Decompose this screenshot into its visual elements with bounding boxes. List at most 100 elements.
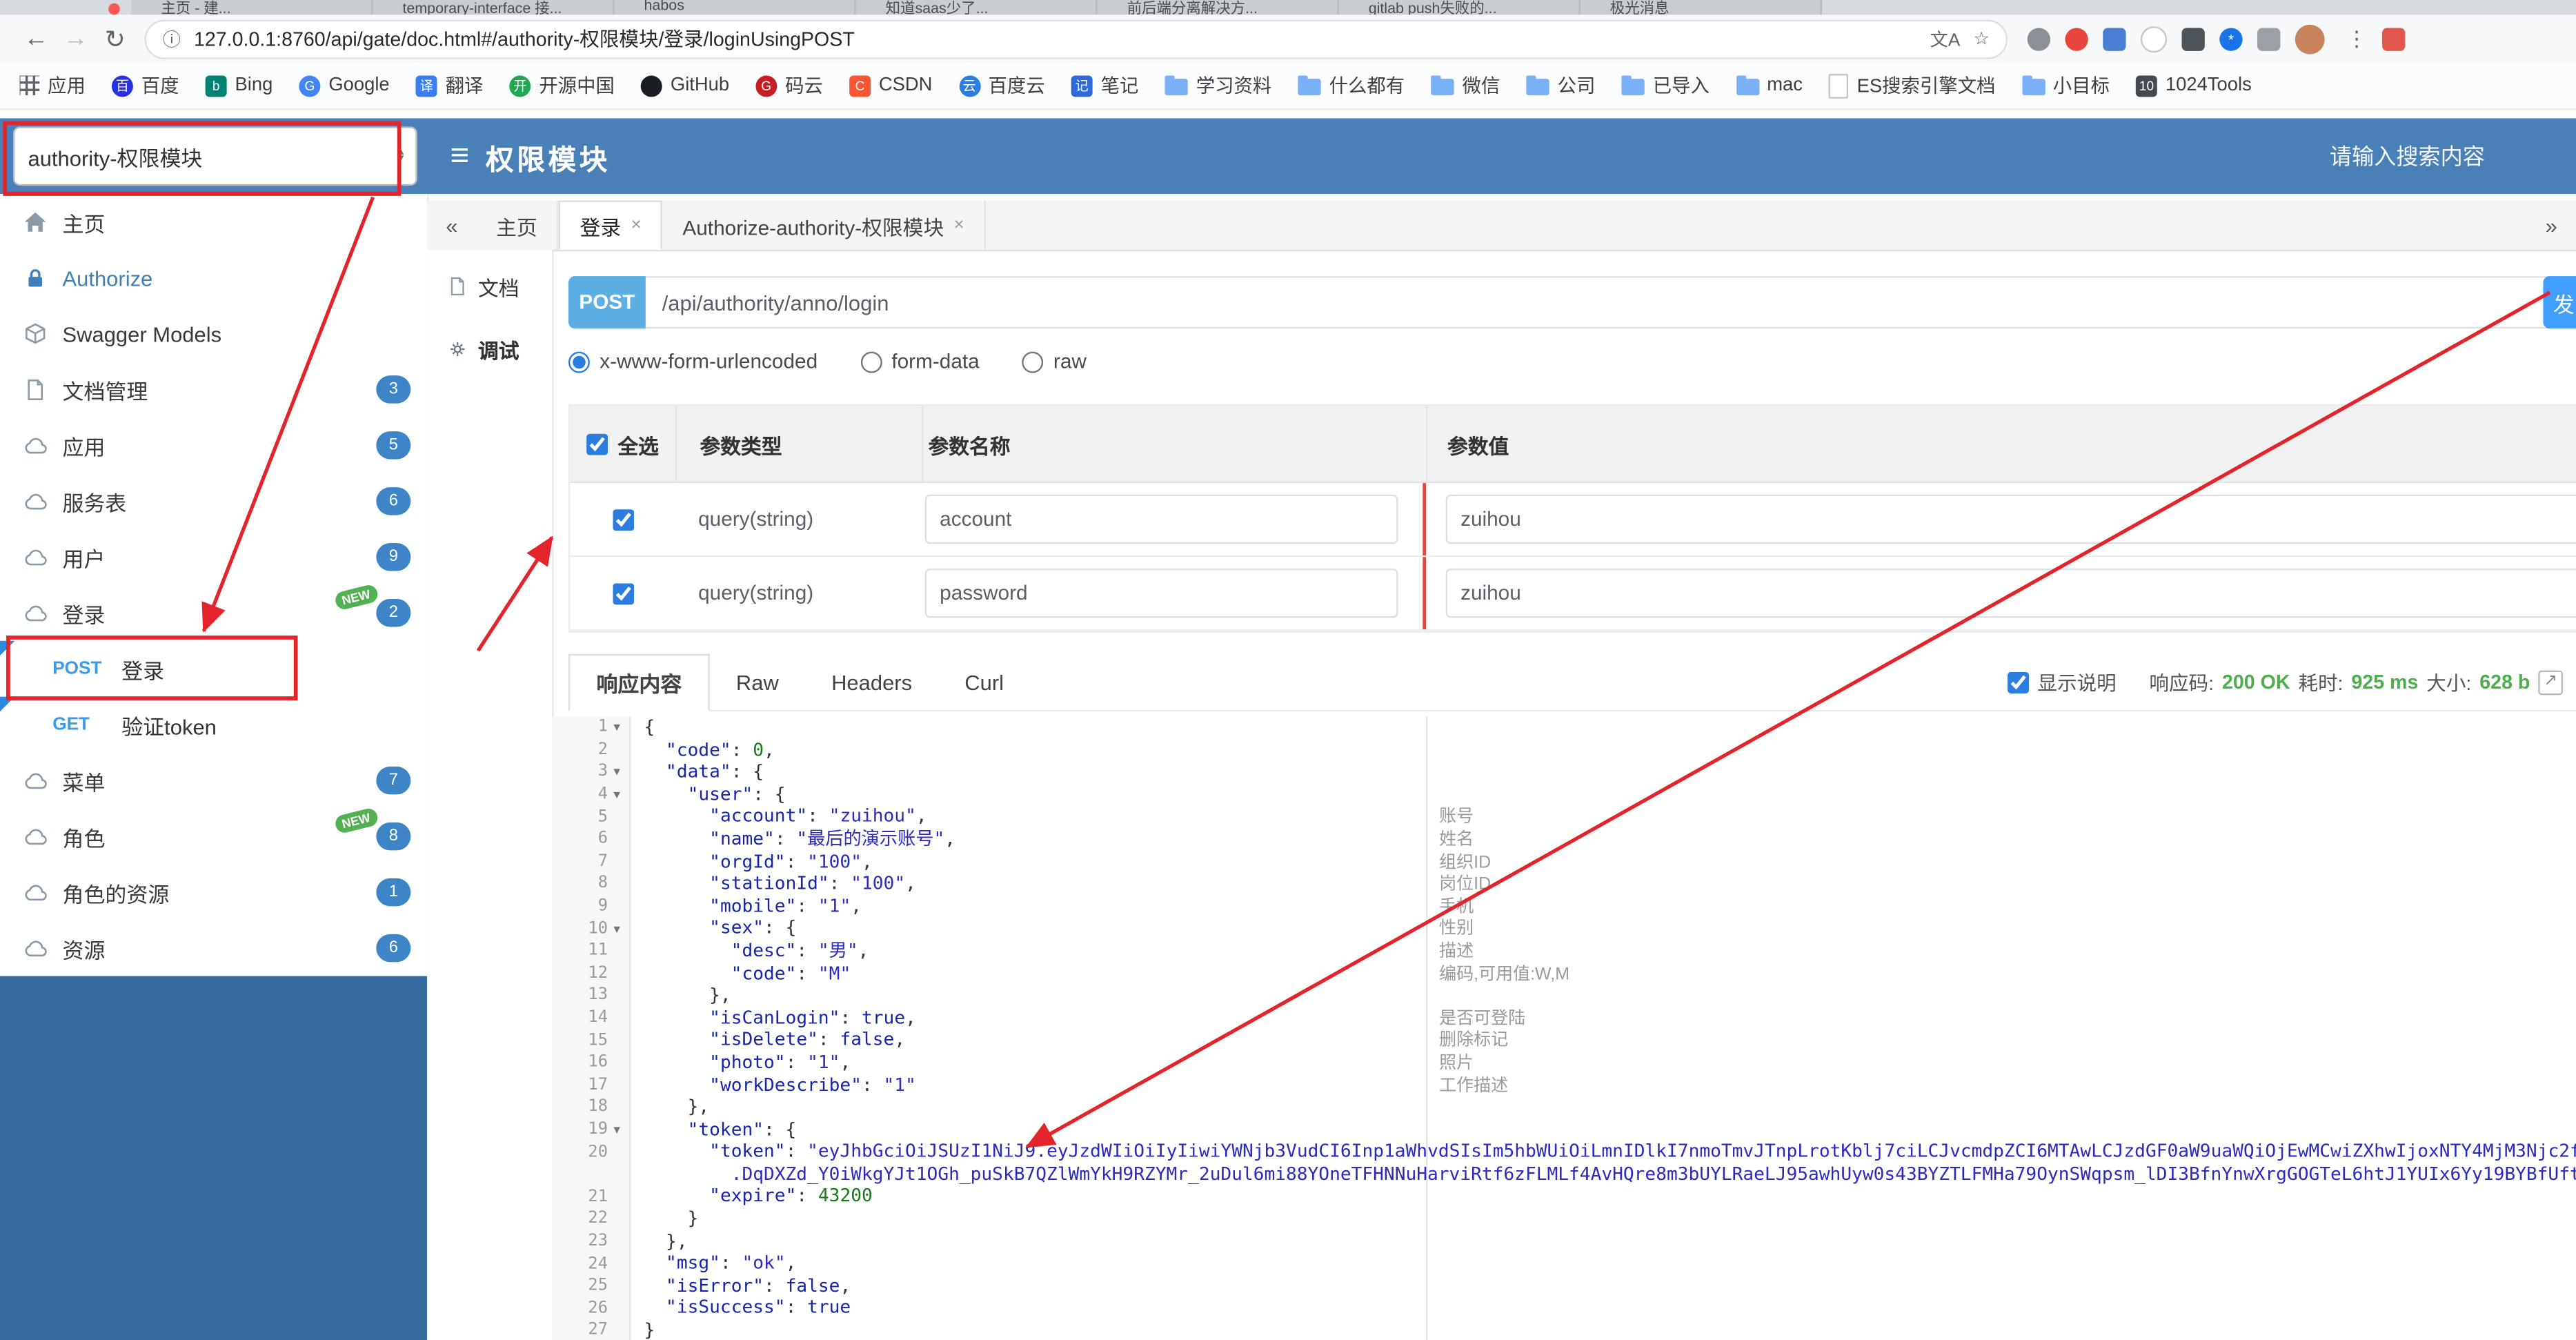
browser-window-tab[interactable]: 极光消息 bbox=[1580, 0, 1822, 15]
sidebar-item-文档管理[interactable]: 文档管理 3 bbox=[0, 362, 427, 417]
response-tab-Raw[interactable]: Raw bbox=[710, 655, 805, 709]
browser-window-tab[interactable]: 主页 - 建... bbox=[131, 0, 373, 15]
browser-window-tab[interactable]: gitlab push失败的... bbox=[1338, 0, 1581, 15]
pinned-edge-icon[interactable] bbox=[2382, 27, 2406, 50]
bookmark-item[interactable]: mac bbox=[1735, 75, 1803, 96]
rail-item-调试[interactable]: 调试 bbox=[427, 322, 552, 375]
close-tab-icon[interactable]: × bbox=[631, 215, 642, 235]
fold-caret-icon[interactable]: ▾ bbox=[609, 787, 624, 802]
bookmark-item[interactable]: b Bing bbox=[205, 75, 273, 97]
tabs-scroll-right[interactable]: » bbox=[2527, 213, 2576, 237]
browser-window-tab[interactable]: habos bbox=[614, 0, 856, 15]
fullscreen-icon[interactable]: ↗ bbox=[2538, 669, 2563, 695]
bookmark-item[interactable]: 云百度云 bbox=[958, 72, 1045, 99]
search-input[interactable] bbox=[2326, 141, 2530, 170]
content-type-option-raw[interactable]: raw bbox=[1022, 350, 1087, 373]
close-tab-icon[interactable]: × bbox=[954, 215, 964, 235]
bookmark-item[interactable]: GitHub bbox=[641, 75, 729, 97]
param-name-input[interactable] bbox=[924, 568, 1398, 618]
bookmark-item[interactable]: G 码云 bbox=[755, 72, 823, 99]
bookmark-item[interactable]: 记笔记 bbox=[1071, 72, 1138, 99]
param-name-input[interactable] bbox=[924, 494, 1398, 544]
sidebar-item-登录[interactable]: 登录 NEW 2 bbox=[0, 583, 427, 641]
param-checkbox[interactable] bbox=[612, 509, 634, 531]
fold-caret-icon[interactable]: ▾ bbox=[609, 1122, 624, 1136]
select-all-checkbox[interactable] bbox=[586, 433, 608, 455]
sidebar-item-应用[interactable]: 应用 5 bbox=[0, 417, 427, 473]
sidebar-item-Swagger Models[interactable]: Swagger Models bbox=[0, 306, 427, 362]
sidebar-item-资源[interactable]: 资源 6 bbox=[0, 920, 427, 976]
extension-icon-2[interactable] bbox=[2065, 27, 2088, 50]
bookmark-item[interactable]: 学习资料 bbox=[1165, 72, 1271, 99]
extension-icon-3[interactable] bbox=[2103, 27, 2126, 50]
browser-window-tab[interactable]: temporary-interface 接... bbox=[373, 0, 615, 15]
bookmark-item[interactable]: C CSDN bbox=[849, 75, 932, 97]
rail-item-文档[interactable]: 文档 bbox=[427, 259, 552, 312]
bookmark-item[interactable]: 小目标 bbox=[2021, 72, 2110, 99]
content-tab-Authorize-authority-权限模块[interactable]: Authorize-authority-权限模块 × bbox=[663, 200, 986, 250]
content-type-option-x-www-form-urlencoded[interactable]: x-www-form-urlencoded bbox=[568, 350, 818, 373]
response-tab-Curl[interactable]: Curl bbox=[938, 655, 1030, 709]
sidebar-subitem-get-验证token[interactable]: GET 验证token bbox=[0, 696, 427, 753]
param-value-input[interactable] bbox=[1445, 568, 2576, 618]
sidebar-item-角色[interactable]: 角色 NEW 8 bbox=[0, 807, 427, 865]
content-tab-登录[interactable]: 登录 × bbox=[558, 200, 663, 250]
sidebar-subitem-post-登录[interactable]: POST 登录 bbox=[0, 640, 427, 697]
request-url-input[interactable]: /api/authority/anno/login bbox=[645, 276, 2560, 329]
bookmark-item[interactable]: G Google bbox=[299, 75, 390, 97]
show-desc-checkbox[interactable] bbox=[2008, 671, 2030, 693]
extension-icon-6[interactable]: * bbox=[2219, 27, 2243, 50]
bookmark-item[interactable]: 什么都有 bbox=[1298, 72, 1405, 99]
profile-avatar[interactable] bbox=[2295, 23, 2325, 54]
extension-icon-5[interactable] bbox=[2181, 27, 2205, 50]
bookmark-item[interactable]: 开开源中国 bbox=[509, 72, 615, 99]
bookmark-item[interactable]: 译翻译 bbox=[415, 72, 483, 99]
fold-caret-icon[interactable]: ▾ bbox=[609, 921, 624, 936]
bookmark-item[interactable]: ES搜索引擎文档 bbox=[1829, 72, 1995, 99]
response-tab-Headers[interactable]: Headers bbox=[805, 655, 938, 709]
tabs-scroll-left[interactable]: « bbox=[427, 213, 476, 237]
sidebar-item-服务表[interactable]: 服务表 6 bbox=[0, 473, 427, 529]
sidebar-item-主页[interactable]: 主页 bbox=[0, 194, 427, 250]
bookmark-item[interactable]: 10 1024Tools bbox=[2136, 75, 2252, 97]
window-close-button[interactable] bbox=[108, 2, 120, 14]
sidebar-item-Authorize[interactable]: Authorize bbox=[0, 250, 427, 306]
content-type-radio[interactable] bbox=[1022, 351, 1044, 373]
bookmark-item[interactable]: 应用 bbox=[19, 72, 86, 99]
extension-icon-7[interactable] bbox=[2257, 27, 2281, 50]
reload-button[interactable]: ↻ bbox=[95, 24, 135, 53]
response-tab-响应内容[interactable]: 响应内容 bbox=[568, 653, 710, 712]
content-tab-主页[interactable]: 主页 bbox=[477, 200, 559, 250]
sidebar-item-用户[interactable]: 用户 9 bbox=[0, 529, 427, 585]
extension-icon-1[interactable] bbox=[2027, 27, 2050, 50]
token: : { bbox=[731, 761, 764, 782]
send-button[interactable]: 发送 bbox=[2543, 276, 2576, 329]
back-button[interactable]: ← bbox=[17, 25, 56, 52]
param-checkbox[interactable] bbox=[612, 582, 634, 604]
content-type-radio[interactable] bbox=[568, 351, 590, 373]
browser-window-tab[interactable]: 前后端分离解决方... bbox=[1097, 0, 1339, 15]
forward-button[interactable]: → bbox=[56, 25, 95, 52]
bookmark-item[interactable]: 百百度 bbox=[111, 72, 179, 99]
sidebar-item-角色的资源[interactable]: 角色的资源 1 bbox=[0, 865, 427, 920]
translate-icon[interactable]: 文A bbox=[1930, 26, 1961, 52]
content-type-radio[interactable] bbox=[860, 351, 882, 373]
hamburger-menu-icon[interactable]: ≡ bbox=[450, 137, 470, 175]
module-select[interactable]: authority-权限模块 ▲ ▼ bbox=[13, 126, 417, 186]
browser-window-tab[interactable]: 知道saas少了... bbox=[855, 0, 1098, 15]
bookmark-star-icon[interactable]: ☆ bbox=[1973, 28, 1990, 50]
fold-caret-icon[interactable]: ▾ bbox=[609, 765, 624, 780]
bookmark-item[interactable]: 微信 bbox=[1431, 72, 1500, 99]
content-type-option-form-data[interactable]: form-data bbox=[860, 350, 980, 373]
site-info-icon[interactable]: ⓘ bbox=[163, 26, 181, 52]
extension-icon-4[interactable] bbox=[2140, 25, 2168, 52]
browser-menu-icon[interactable]: ⋮ bbox=[2346, 26, 2368, 52]
address-bar[interactable]: ⓘ 127.0.0.1:8760/api/gate/doc.html#/auth… bbox=[144, 19, 2008, 59]
bookmark-item[interactable]: 公司 bbox=[1526, 72, 1595, 99]
bookmark-item[interactable]: 已导入 bbox=[1621, 72, 1710, 99]
fold-caret-icon[interactable]: ▾ bbox=[609, 720, 624, 735]
url-text[interactable]: 127.0.0.1:8760/api/gate/doc.html#/author… bbox=[194, 25, 1917, 52]
param-value-input[interactable] bbox=[1445, 494, 2576, 544]
sidebar-item-菜单[interactable]: 菜单 7 bbox=[0, 753, 427, 809]
select-all-label: 全选 bbox=[617, 434, 659, 458]
